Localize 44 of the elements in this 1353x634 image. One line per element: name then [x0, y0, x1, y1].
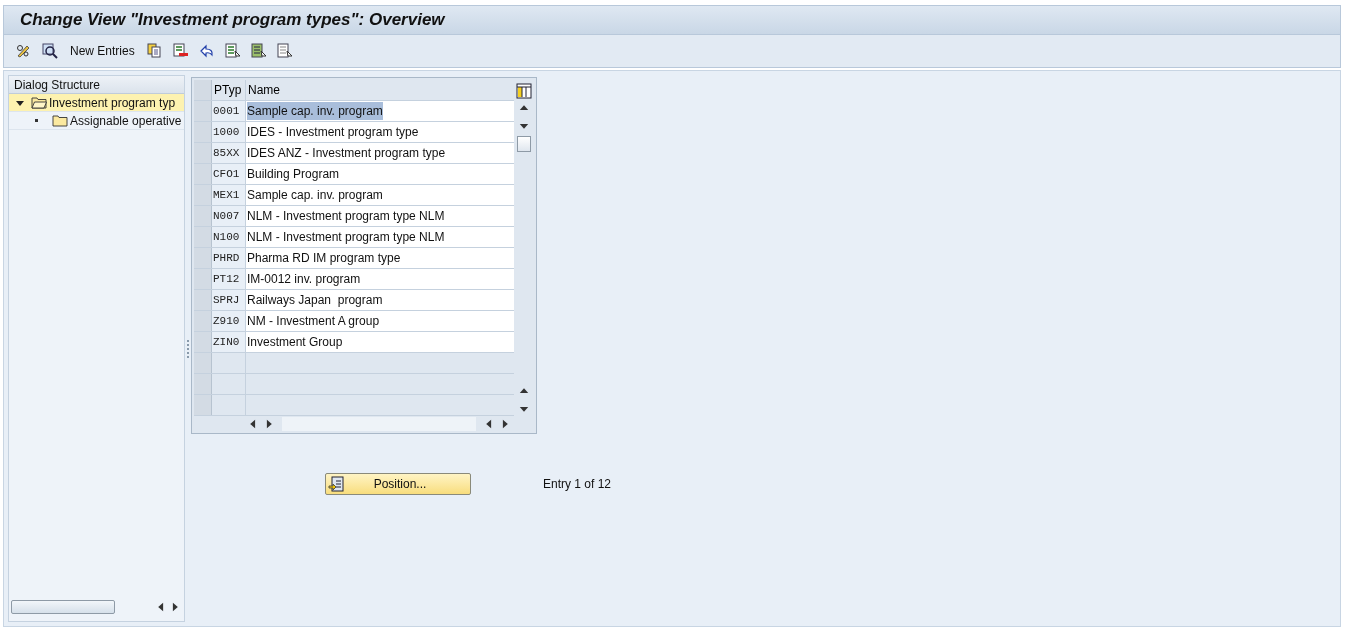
table-cell: PT12	[212, 269, 246, 289]
panel-title: Dialog Structure	[14, 76, 101, 94]
select-block-icon	[249, 42, 268, 60]
tree-node[interactable]: Investment program typ	[9, 94, 184, 112]
splitter-handle-icon[interactable]	[186, 339, 189, 358]
select-all-icon	[223, 42, 242, 60]
column-header: Name	[247, 82, 281, 99]
magnifier-button[interactable]	[40, 41, 60, 61]
entry-count: Entry 1 of 12	[543, 476, 612, 493]
deselect-all-icon	[275, 42, 294, 60]
table-cell: PHRD	[212, 248, 246, 268]
table-cell: 1000	[212, 122, 246, 142]
table-cell: ZIN0	[212, 332, 246, 352]
deselect-all-button[interactable]	[274, 41, 295, 61]
bullet-icon	[35, 119, 38, 122]
table-cell: N007	[212, 206, 246, 226]
scrollbar-thumb[interactable]	[517, 136, 531, 152]
scrollbar-track[interactable]	[282, 416, 476, 431]
position-button[interactable]: Position...	[325, 473, 471, 495]
delete-row-icon	[171, 42, 190, 60]
column-settings-icon[interactable]	[516, 82, 532, 99]
table-cell: 0001	[212, 101, 246, 121]
select-all-button[interactable]	[222, 41, 243, 61]
table-cell: MEX1	[212, 185, 246, 205]
new-entries-button[interactable]: New Entries	[66, 41, 139, 61]
open-folder-icon	[31, 96, 47, 109]
window-title: Change View "Investment program types": Overview	[20, 9, 445, 32]
table-cell: N100	[212, 227, 246, 247]
folder-icon	[52, 114, 68, 127]
magnifier-icon	[41, 42, 59, 60]
tree-node[interactable]: Assignable operative	[9, 112, 184, 130]
table-cell: Z910	[212, 311, 246, 331]
select-block-button[interactable]	[248, 41, 269, 61]
select-all-cell[interactable]	[194, 80, 212, 100]
table-cell[interactable]: Sample cap. inv. program	[247, 102, 383, 120]
scrollbar-thumb[interactable]	[11, 599, 115, 614]
table-cell: CFO1	[212, 164, 246, 184]
copy-icon	[145, 42, 164, 60]
table-cell: 85XX	[212, 143, 246, 163]
position-icon	[328, 476, 344, 492]
tree-label: Investment program typ	[49, 94, 176, 111]
column-header: PTyp	[212, 80, 246, 100]
tree-label: Assignable operative	[70, 112, 182, 129]
table-cell: SPRJ	[212, 290, 246, 310]
